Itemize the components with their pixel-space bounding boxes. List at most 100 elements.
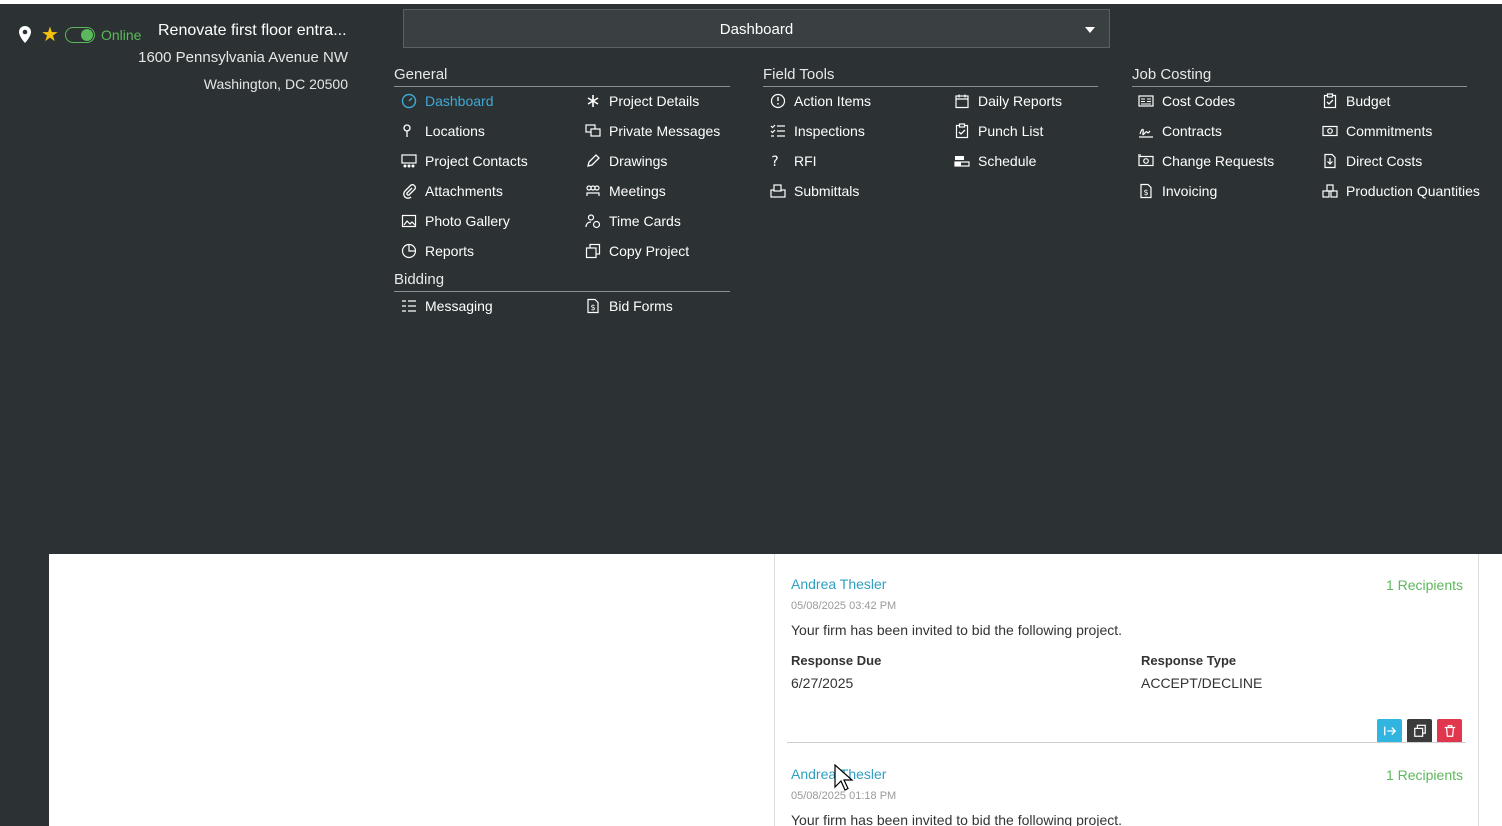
- svg-text:$: $: [590, 303, 595, 312]
- menu-item-schedule[interactable]: Schedule: [954, 153, 1036, 169]
- menu-item-copy-project[interactable]: Copy Project: [585, 243, 689, 259]
- menu-item-time-cards[interactable]: Time Cards: [585, 213, 681, 229]
- dashboard-gauge-icon: [401, 93, 417, 109]
- message-separator: [787, 742, 1466, 743]
- menu-item-dashboard[interactable]: Dashboard: [401, 93, 494, 109]
- message-recipients[interactable]: 1 Recipients: [1386, 767, 1463, 783]
- copy-button[interactable]: [1407, 719, 1432, 743]
- menu-item-label: Attachments: [425, 183, 503, 199]
- copy-icon: [585, 243, 601, 259]
- menu-item-attachments[interactable]: Attachments: [401, 183, 503, 199]
- asterisk-icon: [585, 93, 601, 109]
- message-recipients[interactable]: 1 Recipients: [1386, 577, 1463, 593]
- menu-item-label: Contracts: [1162, 123, 1222, 139]
- checklist-icon: [770, 123, 786, 139]
- menu-item-project-contacts[interactable]: Project Contacts: [401, 153, 528, 169]
- money-exchange-icon: [1138, 153, 1154, 169]
- gantt-bars-icon: [954, 153, 970, 169]
- menu-item-label: Copy Project: [609, 243, 690, 259]
- dollar-document-icon: $: [585, 298, 601, 314]
- message-feed[interactable]: Andrea Thesler 1 Recipients 05/08/2025 0…: [774, 554, 1479, 826]
- menu-item-label: Direct Costs: [1346, 153, 1423, 169]
- module-dropdown[interactable]: Dashboard: [403, 9, 1110, 48]
- project-title[interactable]: Renovate first floor entra...: [158, 22, 347, 40]
- menu-item-photo-gallery[interactable]: Photo Gallery: [401, 213, 510, 229]
- menu-item-daily-reports[interactable]: Daily Reports: [954, 93, 1062, 109]
- menu-item-inspections[interactable]: Inspections: [770, 123, 865, 139]
- menu-item-label: Project Contacts: [425, 153, 528, 169]
- forward-button[interactable]: [1377, 719, 1402, 743]
- toggle-knob: [80, 29, 93, 41]
- menu-item-cost-codes[interactable]: Cost Codes: [1138, 93, 1235, 109]
- photo-icon: [401, 213, 417, 229]
- menu-item-private-messages[interactable]: Private Messages: [585, 123, 720, 139]
- menu-item-locations[interactable]: Locations: [401, 123, 485, 139]
- invoice-dollar-icon: $: [1138, 183, 1154, 199]
- menu-item-action-items[interactable]: Action Items: [770, 93, 871, 109]
- menu-item-commitments[interactable]: Commitments: [1322, 123, 1432, 139]
- menu-item-label: Schedule: [978, 153, 1037, 169]
- response-type-value: ACCEPT/DECLINE: [1141, 675, 1263, 691]
- clipboard-dollar-icon: [1322, 93, 1338, 109]
- menu-item-project-details[interactable]: Project Details: [585, 93, 699, 109]
- menu-item-drawings[interactable]: Drawings: [585, 153, 667, 169]
- menu-item-reports[interactable]: Reports: [401, 243, 474, 259]
- response-due-value: 6/27/2025: [791, 675, 854, 691]
- section-heading-job-costing: Job Costing: [1132, 66, 1212, 83]
- message-card: Andrea Thesler 1 Recipients 05/08/2025 0…: [791, 576, 1463, 743]
- project-address-line2: Washington, DC 20500: [203, 76, 348, 92]
- svg-text:?: ?: [771, 154, 778, 169]
- message-card: Andrea Thesler 1 Recipients 05/08/2025 0…: [791, 766, 1463, 826]
- clipboard-check-icon: [954, 123, 970, 139]
- menu-item-label: Dashboard: [425, 93, 494, 109]
- user-clock-icon: [585, 213, 601, 229]
- menu-item-rfi[interactable]: ? RFI: [770, 153, 817, 169]
- location-pin-icon[interactable]: [18, 26, 32, 44]
- section-heading-field-tools: Field Tools: [763, 66, 835, 83]
- section-divider: [1132, 86, 1467, 87]
- boxes-icon: [1322, 183, 1338, 199]
- menu-item-meetings[interactable]: Meetings: [585, 183, 666, 199]
- menu-item-punch-list[interactable]: Punch List: [954, 123, 1043, 139]
- navigation-panel: ★ Online Renovate first floor entra... 1…: [0, 4, 1502, 554]
- pencil-icon: [585, 153, 601, 169]
- people-group-icon: [585, 183, 601, 199]
- menu-item-bid-forms[interactable]: $ Bid Forms: [585, 298, 673, 314]
- submittal-stack-icon: [770, 183, 786, 199]
- section-divider: [394, 291, 730, 292]
- message-body: Your firm has been invited to bid the fo…: [791, 622, 1123, 638]
- menu-item-budget[interactable]: Budget: [1322, 93, 1390, 109]
- menu-item-direct-costs[interactable]: Direct Costs: [1322, 153, 1422, 169]
- section-heading-general: General: [394, 66, 448, 83]
- delete-button[interactable]: [1437, 719, 1462, 743]
- question-mark-icon: ?: [770, 153, 786, 169]
- calendar-icon: [954, 93, 970, 109]
- online-status-label: Online: [100, 27, 142, 43]
- menu-item-label: Meetings: [609, 183, 666, 199]
- menu-item-label: Submittals: [794, 183, 860, 199]
- online-toggle[interactable]: [64, 27, 95, 43]
- menu-item-label: Budget: [1346, 93, 1391, 109]
- menu-item-label: RFI: [794, 153, 817, 169]
- menu-item-invoicing[interactable]: $ Invoicing: [1138, 183, 1217, 199]
- section-divider: [394, 86, 730, 87]
- pie-chart-icon: [401, 243, 417, 259]
- menu-item-label: Action Items: [794, 93, 872, 109]
- menu-item-messaging[interactable]: Messaging: [401, 298, 493, 314]
- module-dropdown-label: Dashboard: [719, 21, 794, 38]
- project-status-bar: ★ Online: [18, 25, 142, 45]
- menu-item-label: Punch List: [978, 123, 1044, 139]
- menu-item-label: Project Details: [609, 93, 700, 109]
- menu-item-change-requests[interactable]: Change Requests: [1138, 153, 1274, 169]
- menu-item-label: Private Messages: [609, 123, 721, 139]
- left-sidebar: [0, 554, 49, 826]
- menu-item-label: Inspections: [794, 123, 865, 139]
- menu-item-label: Reports: [425, 243, 475, 259]
- money-bill-icon: [1322, 123, 1338, 139]
- menu-item-contracts[interactable]: Contracts: [1138, 123, 1222, 139]
- menu-item-label: Cost Codes: [1162, 93, 1236, 109]
- menu-item-submittals[interactable]: Submittals: [770, 183, 859, 199]
- favorite-star-icon[interactable]: ★: [41, 25, 59, 45]
- message-author[interactable]: Andrea Thesler: [791, 576, 886, 592]
- menu-item-production-quantities[interactable]: Production Quantities: [1322, 183, 1480, 199]
